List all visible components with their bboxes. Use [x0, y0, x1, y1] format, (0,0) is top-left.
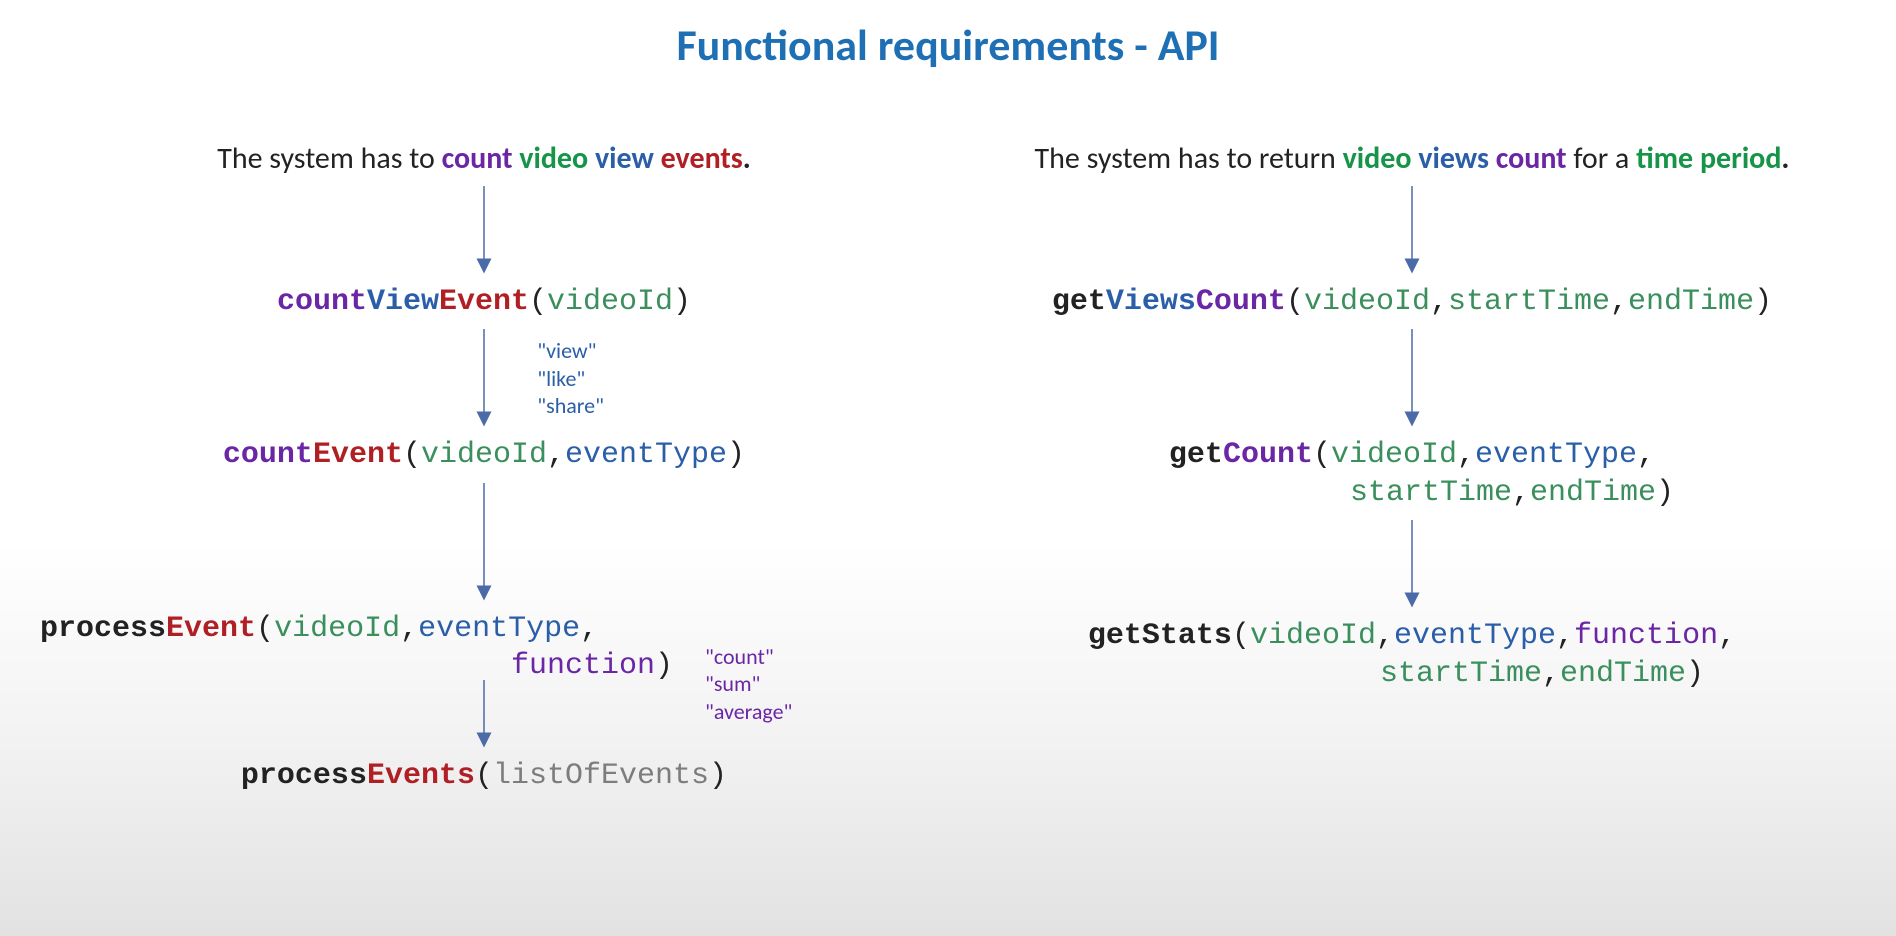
arg-eventType: eventType [1394, 619, 1556, 653]
comma: , [1430, 285, 1448, 319]
comma: , [1376, 619, 1394, 653]
sig-countEvent: countEvent(videoId,eventType) [40, 437, 928, 475]
kw-events: Events [367, 759, 475, 793]
req-period: . [1781, 140, 1789, 177]
kw-stats: Stats [1142, 619, 1232, 653]
arg-videoId: videoId [421, 438, 547, 472]
kw-count: Count [1223, 438, 1313, 472]
sig-processEvents: processEvents(listOfEvents) [40, 758, 928, 796]
paren-close: ) [655, 649, 673, 683]
req-word-count: count [1496, 140, 1567, 177]
sig-getStats-line2: startTime,endTime) [968, 656, 1856, 694]
comma: , [1512, 476, 1530, 510]
arrow-down-icon [40, 186, 928, 276]
comma: , [1637, 438, 1655, 472]
comma: , [1556, 619, 1574, 653]
arrow-down-icon [968, 329, 1856, 429]
req-prefix: The system has to [217, 140, 441, 177]
sig-getStats: getStats(videoId,eventType,function, [968, 618, 1856, 656]
sig-getCount-line2: startTime,endTime) [968, 475, 1856, 513]
paren-open: ( [475, 759, 493, 793]
arg-videoId: videoId [1250, 619, 1376, 653]
paren-close: ) [1686, 657, 1704, 691]
kw-views: Views [1106, 285, 1196, 319]
left-column: The system has to count video view event… [0, 140, 948, 795]
kw-get: get [1088, 619, 1142, 653]
sig-getCount: getCount(videoId,eventType, [968, 437, 1856, 475]
arg-videoId: videoId [547, 285, 673, 319]
left-requirement: The system has to count video view event… [40, 140, 928, 178]
kw-get: get [1052, 285, 1106, 319]
req-word-views: views [1418, 140, 1495, 177]
arg-endTime: endTime [1628, 285, 1754, 319]
paren-open: ( [1232, 619, 1250, 653]
req-word-video: video [1343, 140, 1419, 177]
paren-open: ( [256, 612, 274, 646]
event-type-annotation: "view" "like" "share" [537, 337, 604, 420]
arrow-down-icon [40, 329, 928, 429]
sig-processEvent-line2: function) [40, 648, 928, 686]
kw-count: count [277, 285, 367, 319]
paren-close: ) [709, 759, 727, 793]
arg-startTime: startTime [1448, 285, 1610, 319]
arg-listOfEvents: listOfEvents [493, 759, 709, 793]
req-mid: for a [1567, 140, 1637, 177]
sig-countViewEvent: countViewEvent(videoId) [40, 284, 928, 322]
paren-close: ) [727, 438, 745, 472]
arg-endTime: endTime [1530, 476, 1656, 510]
req-word-view: view [595, 140, 661, 177]
arg-videoId: videoId [1331, 438, 1457, 472]
paren-open: ( [1313, 438, 1331, 472]
req-word-time: time [1636, 140, 1700, 177]
sig-getViewsCount: getViewsCount(videoId,startTime,endTime) [968, 284, 1856, 322]
function-annotation: "count" "sum" "average" [705, 643, 792, 726]
paren-close: ) [1656, 476, 1674, 510]
right-column: The system has to return video views cou… [948, 140, 1896, 795]
comma: , [547, 438, 565, 472]
comma: , [1542, 657, 1560, 691]
arg-function: function [511, 649, 655, 683]
paren-open: ( [1286, 285, 1304, 319]
right-requirement: The system has to return video views cou… [968, 140, 1856, 178]
kw-count: Count [1196, 285, 1286, 319]
arg-videoId: videoId [1304, 285, 1430, 319]
comma: , [1718, 619, 1736, 653]
arg-videoId: videoId [274, 612, 400, 646]
arg-eventType: eventType [565, 438, 727, 472]
arg-startTime: startTime [1350, 476, 1512, 510]
req-word-video: video [519, 140, 595, 177]
kw-get: get [1169, 438, 1223, 472]
arg-function: function [1574, 619, 1718, 653]
req-word-period: period [1700, 140, 1781, 177]
arrow-down-icon [968, 186, 1856, 276]
arrow-down-icon [40, 680, 928, 750]
kw-event: Event [166, 612, 256, 646]
arrow-down-icon [40, 483, 928, 603]
sig-processEvent: processEvent(videoId,eventType, [40, 611, 928, 649]
req-word-count: count [442, 140, 520, 177]
comma: , [1457, 438, 1475, 472]
req-period: . [743, 140, 751, 177]
slide-title: Functional requirements - API [0, 18, 1896, 72]
paren-close: ) [673, 285, 691, 319]
arg-startTime: startTime [1380, 657, 1542, 691]
req-word-events: events [661, 140, 743, 177]
req-prefix: The system has to return [1035, 140, 1343, 177]
paren-open: ( [403, 438, 421, 472]
kw-count: count [223, 438, 313, 472]
comma: , [400, 612, 418, 646]
paren-close: ) [1754, 285, 1772, 319]
kw-event: Event [313, 438, 403, 472]
kw-process: process [40, 612, 166, 646]
arg-endTime: endTime [1560, 657, 1686, 691]
arrow-down-icon [968, 520, 1856, 610]
comma: , [1610, 285, 1628, 319]
arg-eventType: eventType [418, 612, 580, 646]
paren-open: ( [529, 285, 547, 319]
comma: , [580, 612, 598, 646]
kw-event: Event [439, 285, 529, 319]
arg-eventType: eventType [1475, 438, 1637, 472]
kw-process: process [241, 759, 367, 793]
kw-view: View [367, 285, 439, 319]
